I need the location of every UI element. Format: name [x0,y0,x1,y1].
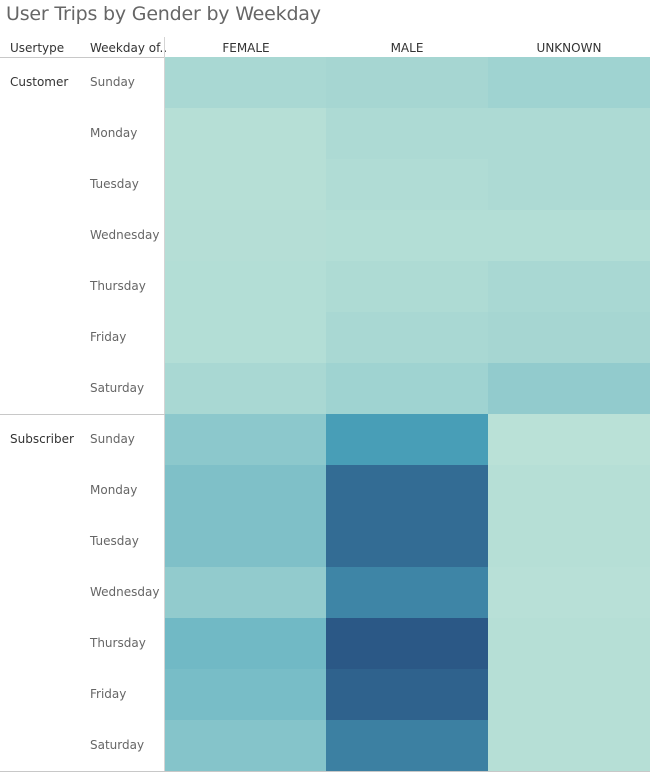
weekday-label-subscriber-wednesday: Wednesday [90,585,160,599]
heat-cell-customer-sunday-unknown[interactable] [488,57,650,108]
header-divider [0,57,165,58]
weekday-label-subscriber-sunday: Sunday [90,432,135,446]
heat-cell-customer-monday-male[interactable] [326,108,488,159]
heat-cell-customer-saturday-unknown[interactable] [488,363,650,414]
heat-cell-customer-friday-unknown[interactable] [488,312,650,363]
heat-cell-subscriber-wednesday-female[interactable] [165,567,326,618]
heat-cell-customer-friday-male[interactable] [326,312,488,363]
heat-cell-subscriber-tuesday-unknown[interactable] [488,516,650,567]
weekday-label-customer-friday: Friday [90,330,127,344]
heat-cell-subscriber-monday-female[interactable] [165,465,326,516]
weekday-label-customer-monday: Monday [90,126,138,140]
heat-cell-subscriber-sunday-male[interactable] [326,414,488,465]
heat-cell-subscriber-wednesday-unknown[interactable] [488,567,650,618]
header-weekday[interactable]: Weekday of.. [90,41,167,55]
header-unknown[interactable]: UNKNOWN [488,41,650,55]
weekday-label-subscriber-friday: Friday [90,687,127,701]
heat-cell-subscriber-tuesday-female[interactable] [165,516,326,567]
weekday-label-subscriber-monday: Monday [90,483,138,497]
heat-cell-customer-tuesday-female[interactable] [165,159,326,210]
heat-cell-customer-thursday-female[interactable] [165,261,326,312]
heat-cell-customer-tuesday-unknown[interactable] [488,159,650,210]
heat-cell-subscriber-wednesday-male[interactable] [326,567,488,618]
heat-cell-subscriber-thursday-male[interactable] [326,618,488,669]
heat-cell-subscriber-friday-male[interactable] [326,669,488,720]
heat-cell-subscriber-friday-unknown[interactable] [488,669,650,720]
header-usertype[interactable]: Usertype [10,41,64,55]
heatmap [165,57,650,771]
heat-cell-subscriber-saturday-female[interactable] [165,720,326,771]
heat-cell-customer-wednesday-female[interactable] [165,210,326,261]
heat-cell-customer-tuesday-male[interactable] [326,159,488,210]
header-male[interactable]: MALE [326,41,488,55]
heat-cell-subscriber-thursday-unknown[interactable] [488,618,650,669]
usertype-customer: Customer [10,75,69,89]
weekday-label-customer-sunday: Sunday [90,75,135,89]
heat-cell-subscriber-tuesday-male[interactable] [326,516,488,567]
heat-cell-customer-thursday-unknown[interactable] [488,261,650,312]
heat-cell-customer-sunday-male[interactable] [326,57,488,108]
weekday-label-subscriber-thursday: Thursday [90,636,146,650]
heat-cell-subscriber-saturday-unknown[interactable] [488,720,650,771]
weekday-label-customer-thursday: Thursday [90,279,146,293]
heat-cell-customer-friday-female[interactable] [165,312,326,363]
heat-cell-customer-saturday-male[interactable] [326,363,488,414]
weekday-label-subscriber-saturday: Saturday [90,738,145,752]
heat-cell-customer-saturday-female[interactable] [165,363,326,414]
heat-cell-subscriber-saturday-male[interactable] [326,720,488,771]
heat-cell-customer-monday-unknown[interactable] [488,108,650,159]
heat-cell-subscriber-sunday-unknown[interactable] [488,414,650,465]
heat-cell-subscriber-monday-male[interactable] [326,465,488,516]
heat-cell-customer-sunday-female[interactable] [165,57,326,108]
heat-cell-subscriber-thursday-female[interactable] [165,618,326,669]
heat-cell-customer-thursday-male[interactable] [326,261,488,312]
usertype-subscriber: Subscriber [10,432,74,446]
weekday-label-subscriber-tuesday: Tuesday [90,534,139,548]
heat-cell-subscriber-monday-unknown[interactable] [488,465,650,516]
weekday-label-customer-tuesday: Tuesday [90,177,139,191]
header-female[interactable]: FEMALE [165,41,327,55]
weekday-label-customer-saturday: Saturday [90,381,145,395]
heat-cell-customer-wednesday-unknown[interactable] [488,210,650,261]
heat-cell-customer-wednesday-male[interactable] [326,210,488,261]
heat-cell-customer-monday-female[interactable] [165,108,326,159]
chart-title: User Trips by Gender by Weekday [6,3,321,25]
heat-cell-subscriber-sunday-female[interactable] [165,414,326,465]
heat-cell-subscriber-friday-female[interactable] [165,669,326,720]
weekday-label-customer-wednesday: Wednesday [90,228,160,242]
